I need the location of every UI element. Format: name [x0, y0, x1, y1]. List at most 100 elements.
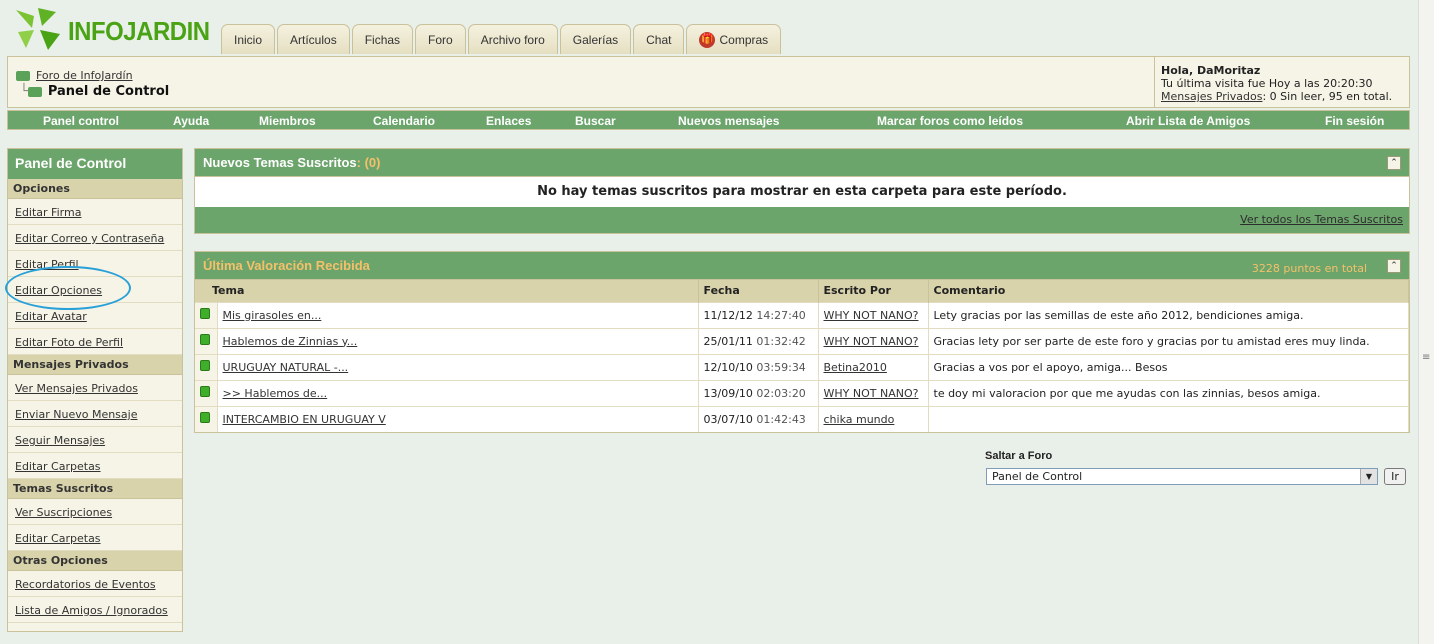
comment-cell: [928, 405, 1409, 432]
sidebar-link-ver-suscripciones[interactable]: Ver Suscripciones: [15, 506, 112, 519]
author-link[interactable]: WHY NOT NANO?: [824, 309, 919, 322]
sidebar-link-editar-foto[interactable]: Editar Foto de Perfil: [15, 336, 123, 349]
topic-cell: Mis girasoles en...: [217, 301, 699, 328]
date: 03/07/10: [703, 412, 753, 426]
tab-label: Foro: [428, 32, 453, 47]
status-cell: [195, 327, 218, 354]
tab-fichas[interactable]: Fichas: [351, 24, 414, 54]
col-header-tema: Tema: [195, 280, 699, 302]
sidebar-link-editar-carpetas-temas[interactable]: Editar Carpetas: [15, 532, 101, 545]
panel-title: Nuevos Temas Suscritos: (0): [203, 155, 381, 170]
tab-foro[interactable]: Foro: [415, 24, 466, 54]
tab-inicio[interactable]: Inicio: [221, 24, 276, 54]
sidebar-link-ver-mensajes[interactable]: Ver Mensajes Privados: [15, 382, 138, 395]
col-header-autor: Escrito Por: [818, 280, 929, 302]
topic-link[interactable]: Mis girasoles en...: [223, 309, 322, 322]
status-dot-icon: [200, 308, 210, 319]
author-cell: chika mundo: [818, 405, 929, 432]
date-cell: 03/07/10 01:42:43: [698, 405, 819, 432]
site-logo[interactable]: INFOJARDIN: [12, 6, 210, 52]
sidebar-item: Editar Carpetas: [8, 453, 182, 479]
nav-miembros[interactable]: Miembros: [259, 114, 316, 128]
topic-link[interactable]: Hablemos de Zinnias y...: [223, 335, 358, 348]
page-title: └ Panel de Control: [16, 84, 169, 99]
tab-label: Chat: [646, 32, 672, 47]
topic-cell: URUGUAY NATURAL -...: [217, 353, 699, 380]
nav-marcar-foros[interactable]: Marcar foros como leídos: [877, 114, 1023, 128]
date-cell: 13/09/10 02:03:20: [698, 379, 819, 406]
sidebar-section-temas: Temas Suscritos: [8, 479, 182, 499]
main-tabs: Inicio Artículos Fichas Foro Archivo for…: [221, 24, 783, 54]
author-link[interactable]: WHY NOT NANO?: [824, 387, 919, 400]
sidebar-link-recordatorios[interactable]: Recordatorios de Eventos: [15, 578, 156, 591]
sidebar-item: Editar Firma: [8, 199, 182, 225]
tab-compras[interactable]: 🎁 Compras: [686, 24, 782, 54]
collapse-icon[interactable]: ⌃: [1387, 156, 1401, 170]
sidebar-item: Editar Avatar: [8, 303, 182, 329]
empty-message: No hay temas suscritos para mostrar en e…: [537, 184, 1067, 199]
nav-enlaces[interactable]: Enlaces: [486, 114, 531, 128]
sidebar-item: Seguir Mensajes: [8, 427, 182, 453]
site-header: INFOJARDIN Inicio Artículos Fichas Foro …: [0, 0, 1418, 56]
vertical-scrollbar[interactable]: ≡: [1418, 0, 1434, 644]
pm-link[interactable]: Mensajes Privados: [1161, 90, 1262, 103]
author-cell: WHY NOT NANO?: [818, 327, 929, 354]
tab-archivo-foro[interactable]: Archivo foro: [467, 24, 558, 54]
nav-ayuda[interactable]: Ayuda: [173, 114, 209, 128]
sidebar-link-editar-perfil[interactable]: Editar Perfil: [15, 258, 79, 271]
nav-lista-amigos[interactable]: Abrir Lista de Amigos: [1126, 114, 1250, 128]
tab-label: Galerías: [572, 32, 619, 47]
date: 12/10/10: [703, 360, 753, 374]
sidebar-item: Editar Correo y Contraseña: [8, 225, 182, 251]
sidebar-link-editar-opciones[interactable]: Editar Opciones: [15, 284, 102, 297]
forum-jump-select[interactable]: Panel de Control ▼: [986, 468, 1378, 485]
dropdown-arrow-icon[interactable]: ▼: [1360, 469, 1377, 484]
sidebar-link-enviar-mensaje[interactable]: Enviar Nuevo Mensaje: [15, 408, 137, 421]
sidebar-link-editar-avatar[interactable]: Editar Avatar: [15, 310, 87, 323]
date: 13/09/10: [703, 386, 753, 400]
topic-cell: Hablemos de Zinnias y...: [217, 327, 699, 354]
author-cell: Betina2010: [818, 353, 929, 380]
author-link[interactable]: WHY NOT NANO?: [824, 335, 919, 348]
sidebar-link-editar-correo[interactable]: Editar Correo y Contraseña: [15, 232, 164, 245]
topic-link[interactable]: URUGUAY NATURAL -...: [223, 361, 349, 374]
sidebar-item: Editar Perfil: [8, 251, 182, 277]
topic-link[interactable]: INTERCAMBIO EN URUGUAY V: [223, 413, 386, 426]
sidebar-section-mensajes: Mensajes Privados: [8, 355, 182, 375]
author-link[interactable]: chika mundo: [824, 413, 895, 426]
tab-label: Archivo foro: [480, 32, 545, 47]
logo-text: INFOJARDIN: [68, 16, 210, 46]
folder-icon: [16, 71, 30, 81]
sidebar-link-lista-amigos[interactable]: Lista de Amigos / Ignorados: [15, 604, 168, 617]
tab-galerias[interactable]: Galerías: [559, 24, 632, 54]
tab-articulos[interactable]: Artículos: [277, 24, 350, 54]
user-info: Hola, DaMoritaz Tu última visita fue Hoy…: [1154, 57, 1410, 107]
tab-chat[interactable]: Chat: [633, 24, 685, 54]
sidebar-link-editar-carpetas[interactable]: Editar Carpetas: [15, 460, 101, 473]
collapse-icon[interactable]: ⌃: [1387, 259, 1401, 273]
scroll-grip-icon: ≡: [1422, 352, 1431, 363]
nav-fin-sesion[interactable]: Fin sesión: [1325, 114, 1384, 128]
status-dot-icon: [200, 360, 210, 371]
nav-nuevos-mensajes[interactable]: Nuevos mensajes: [678, 114, 779, 128]
time: 02:03:20: [756, 386, 806, 400]
view-all-subscribed-link[interactable]: Ver todos los Temas Suscritos: [1240, 213, 1403, 226]
nav-buscar[interactable]: Buscar: [575, 114, 616, 128]
subscribed-threads-panel: Nuevos Temas Suscritos: (0) ⌃ No hay tem…: [194, 148, 1410, 234]
table-header-row: Tema Fecha Escrito Por Comentario: [195, 280, 1409, 302]
sidebar-link-editar-firma[interactable]: Editar Firma: [15, 206, 81, 219]
nav-panel-control[interactable]: Panel control: [43, 114, 119, 128]
folder-icon: [27, 86, 42, 97]
sidebar-item: Editar Opciones: [8, 277, 182, 303]
forum-jump-go-button[interactable]: Ir: [1384, 468, 1406, 485]
user-greeting: Hola, DaMoritaz: [1161, 64, 1261, 77]
ratings-table: Tema Fecha Escrito Por Comentario Mis gi…: [195, 280, 1409, 432]
tab-label: Fichas: [364, 32, 401, 47]
sidebar-link-seguir-mensajes[interactable]: Seguir Mensajes: [15, 434, 105, 447]
author-link[interactable]: Betina2010: [824, 361, 887, 374]
status-dot-icon: [200, 412, 210, 424]
topic-link[interactable]: >> Hablemos de...: [223, 387, 328, 400]
breadcrumb-parent-link[interactable]: Foro de InfoJardín: [36, 69, 133, 82]
nav-calendario[interactable]: Calendario: [373, 114, 435, 128]
sidebar-item: Lista de Amigos / Ignorados: [8, 597, 182, 623]
